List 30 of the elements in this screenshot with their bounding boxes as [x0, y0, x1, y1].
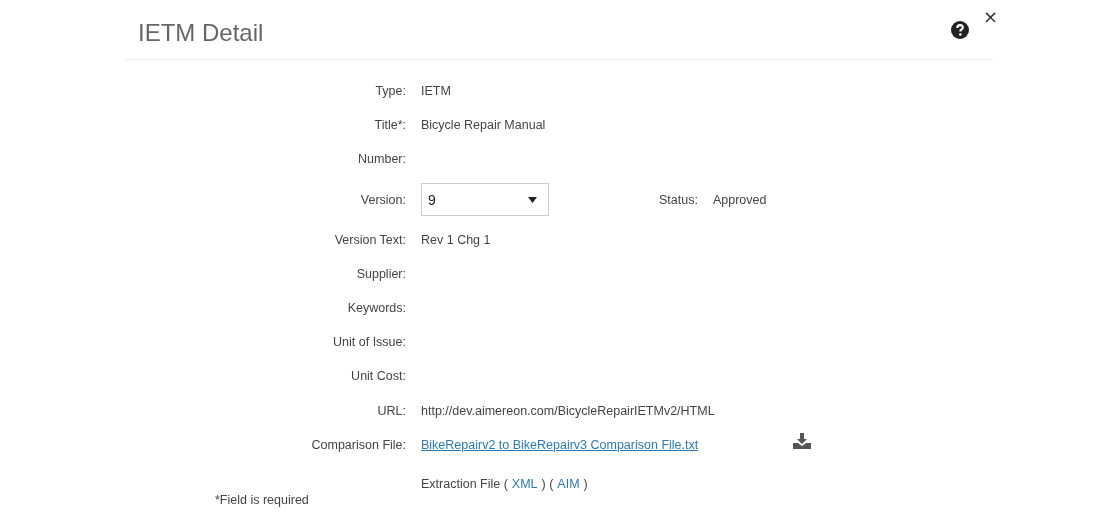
- caret-icon: [528, 196, 537, 203]
- extraction-text: ) (: [541, 476, 554, 491]
- dialog-title: IETM Detail: [138, 18, 264, 47]
- help-icon[interactable]: [951, 21, 969, 39]
- extraction-text: ): [583, 476, 588, 491]
- field-value: Rev 1 Chg 1: [421, 232, 491, 247]
- field-value: http://dev.aimereon.com/BicycleRepairIETMv2/HTML: [421, 403, 715, 418]
- version-select[interactable]: 9: [421, 183, 549, 217]
- close-button[interactable]: ×: [981, 7, 1001, 27]
- field-label: Version Text:: [333, 232, 407, 247]
- extraction-text: Extraction File (: [421, 476, 508, 491]
- field-label: Unit Cost:: [350, 369, 407, 384]
- field-label: URL:: [376, 403, 407, 418]
- field-label: Keywords:: [346, 301, 407, 316]
- extraction-link[interactable]: XML: [511, 476, 538, 491]
- extraction-link[interactable]: AIM: [557, 476, 580, 491]
- file-link[interactable]: BikeRepairv2 to BikeRepairv3 Comparison File.txt: [421, 437, 699, 452]
- field-label: Comparison File:: [310, 437, 407, 452]
- required-note: *Field is required: [215, 493, 309, 507]
- field-label: Version:: [359, 192, 407, 207]
- field-value: Bicycle Repair Manual: [421, 118, 546, 133]
- field-label: Supplier:: [355, 266, 407, 281]
- status-value: Approved: [712, 192, 767, 207]
- status-label: Status:: [659, 192, 698, 207]
- field-label: Number:: [357, 152, 407, 167]
- download-icon[interactable]: [793, 432, 811, 449]
- field-value: IETM: [421, 84, 451, 99]
- field-label: Type:: [374, 84, 407, 99]
- field-label: Title*:: [373, 118, 407, 133]
- field-label: Unit of Issue:: [332, 335, 407, 350]
